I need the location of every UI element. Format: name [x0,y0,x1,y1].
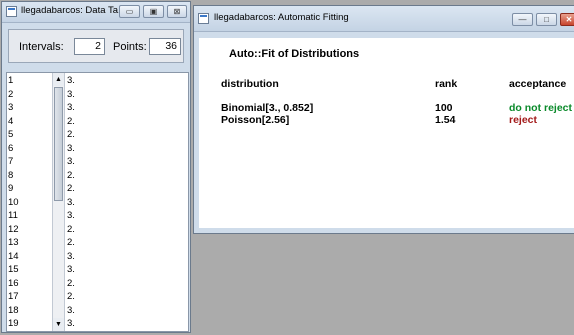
points-label: Points: [113,41,147,53]
result-acceptance: do not reject [509,102,573,114]
row-value[interactable]: 3. [67,143,177,154]
result-rank: 1.54 [435,114,456,126]
row-value[interactable]: 2. [67,278,177,289]
result-distribution: Poisson[2.56] [221,114,290,126]
row-value[interactable]: 3. [67,211,177,221]
intervals-label: Intervals: [19,41,64,53]
automatic-fitting-titlebar[interactable]: llegadabarcos: Automatic Fitting — □ ✕ [194,6,574,32]
scroll-down-icon[interactable]: ▼ [53,318,64,331]
row-value[interactable]: 2. [67,224,177,235]
row-index: 8 [8,169,14,181]
vertical-scrollbar[interactable]: ▲ ▼ [52,73,65,331]
window-title: llegadabarcos: Automatic Fitting [214,12,349,23]
row-index: 7 [8,156,14,167]
row-value[interactable]: 3. [67,305,177,316]
row-index: 19 [8,318,19,329]
scroll-up-icon[interactable]: ▲ [53,73,64,86]
row-index: 17 [8,291,19,302]
window-app-icon [6,6,17,17]
close-button[interactable]: ✕ [560,13,574,26]
row-value[interactable]: 3. [67,319,177,329]
data-table-window: llegadabarcos: Data Ta... ▭ ▣ ⊠ Interval… [1,1,191,333]
row-index: 16 [8,277,19,289]
fit-heading: Auto::Fit of Distributions [229,48,360,60]
row-index: 14 [8,250,19,262]
data-list[interactable]: ▲ ▼ 1 3. 2 3. 3 3. 4 2. 5 2. 6 3. 7 3. 8 2. 9 2. 10 3. 11 3. 1… [6,72,189,332]
row-index: 11 [8,210,18,221]
row-value[interactable]: 3. [67,197,177,208]
row-value[interactable]: 3. [67,76,177,86]
row-value[interactable]: 3. [67,251,177,262]
row-index: 18 [8,304,19,316]
row-index: 5 [8,129,14,140]
row-index: 1 [8,75,14,86]
row-index: 2 [8,88,14,100]
maximize-button[interactable]: ▣ [143,5,164,18]
row-value[interactable]: 3. [67,157,177,167]
column-header-distribution: distribution [221,78,279,90]
minimize-button[interactable]: ▭ [119,5,140,18]
row-index: 10 [8,196,19,208]
window-app-icon [198,13,209,24]
close-button[interactable]: ⊠ [167,5,187,18]
row-index: 4 [8,115,14,127]
automatic-fitting-window: llegadabarcos: Automatic Fitting — □ ✕ A… [193,5,574,234]
row-value[interactable]: 3. [67,265,177,275]
column-header-acceptance: acceptance [509,78,567,90]
row-value[interactable]: 2. [67,130,177,140]
row-index: 12 [8,223,19,235]
points-input[interactable]: 36 [149,38,181,55]
minimize-button[interactable]: — [512,13,533,26]
row-index: 15 [8,264,19,275]
row-value[interactable]: 2. [67,170,177,181]
row-index: 9 [8,183,14,194]
window-title: llegadabarcos: Data Ta... [21,5,126,16]
data-table-titlebar[interactable]: llegadabarcos: Data Ta... ▭ ▣ ⊠ [2,2,190,23]
row-index: 3 [8,102,14,113]
scroll-thumb[interactable] [54,87,63,201]
maximize-button[interactable]: □ [536,13,557,26]
row-value[interactable]: 2. [67,238,177,248]
result-distribution: Binomial[3., 0.852] [221,102,314,114]
row-value[interactable]: 2. [67,116,177,127]
fitting-results-panel: Auto::Fit of Distributions distribution … [199,38,574,228]
intervals-input[interactable]: 2 [74,38,105,55]
row-value[interactable]: 2. [67,184,177,194]
row-value[interactable]: 3. [67,103,177,113]
result-rank: 100 [435,102,453,114]
row-value[interactable]: 3. [67,89,177,100]
row-value[interactable]: 2. [67,292,177,302]
row-index: 13 [8,237,19,248]
parameters-bar: Intervals: 2 Points: 36 [8,29,184,63]
column-header-rank: rank [435,78,458,90]
row-index: 6 [8,142,14,154]
result-acceptance: reject [509,114,538,126]
